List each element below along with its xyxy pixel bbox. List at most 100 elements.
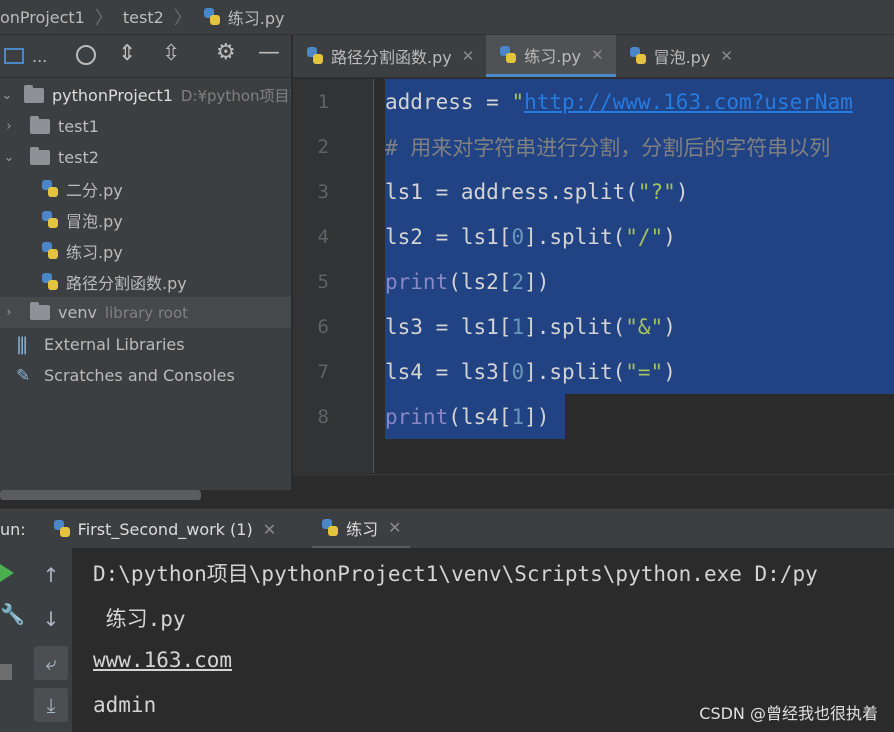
line-number: 2: [317, 136, 329, 158]
close-icon[interactable]: ✕: [462, 47, 475, 65]
code-token: address =: [385, 89, 512, 114]
tree-item-scratches[interactable]: ✎ Scratches and Consoles: [16, 360, 235, 391]
editor-tab-bar: 路径分割函数.py ✕ 练习.py ✕ 冒泡.py ✕: [293, 35, 894, 78]
code-string: "&": [625, 314, 664, 339]
minimize-icon[interactable]: —: [258, 40, 280, 65]
breadcrumb-item-folder[interactable]: test2: [123, 8, 164, 27]
code-line-5: print (ls2[2]): [385, 259, 549, 304]
python-icon: [52, 519, 72, 539]
code-url-link[interactable]: http://www.163.com?userNam: [524, 90, 853, 114]
stop-icon[interactable]: [0, 664, 12, 680]
code-token: ls4 = ls3[: [385, 359, 512, 384]
line-gutter: 1 2 3 4 5 6 7 8: [293, 79, 374, 473]
close-icon[interactable]: ✕: [591, 46, 604, 64]
tree-item-file-erfen[interactable]: 二分.py: [40, 173, 123, 204]
console-command-line: D:\python项目\pythonProject1\venv\Scripts\…: [93, 562, 818, 586]
code-token: ].split(: [524, 359, 626, 384]
code-token: ].split(: [524, 314, 626, 339]
close-icon[interactable]: ✕: [720, 47, 733, 65]
collapse-all-icon[interactable]: ⇳: [162, 41, 180, 66]
line-number: 7: [317, 361, 329, 383]
tab-lianxi[interactable]: 练习.py ✕: [486, 35, 616, 77]
soft-wrap-icon[interactable]: ⤶: [34, 646, 68, 680]
scratches-icon: ✎: [16, 365, 31, 386]
scroll-to-end-icon[interactable]: ⤓: [34, 688, 68, 722]
breadcrumb-file-label: 练习.py: [227, 9, 285, 28]
code-builtin: print: [385, 404, 449, 429]
project-tree-scrollbar[interactable]: [0, 490, 201, 500]
tree-item-label: 冒泡.py: [66, 211, 123, 231]
code-line-4: ls2 = ls1[0].split("/"): [385, 214, 676, 259]
chevron-down-icon[interactable]: ⌄: [2, 150, 16, 165]
breadcrumb-folder-label: test2: [122, 7, 164, 27]
chevron-right-icon[interactable]: ›: [2, 119, 16, 134]
code-editor[interactable]: 1 2 3 4 5 6 7 8 address = " http://www.16…: [293, 79, 894, 473]
code-builtin: print: [385, 269, 449, 294]
tree-item-pythonproject1[interactable]: ⌄ pythonProject1 D:¥python项目¥: [0, 80, 291, 111]
project-toolbar: ... ⇕ ⇳ ⚙ —: [0, 35, 291, 78]
folder-icon: [24, 85, 44, 103]
run-tab-first-second-work[interactable]: First_Second_work (1): [78, 520, 253, 539]
python-file-icon: [628, 46, 648, 66]
tree-item-label: External Libraries: [44, 335, 185, 354]
console-output-link[interactable]: www.163.com: [93, 648, 232, 672]
python-icon: [320, 518, 340, 538]
code-line-6: ls3 = ls1[1].split("&"): [385, 304, 676, 349]
close-icon[interactable]: ✕: [263, 520, 276, 539]
code-line-1: address = " http://www.163.com?userNam: [385, 79, 853, 124]
close-icon[interactable]: ✕: [388, 518, 401, 537]
console-command-line-cont: 练习.py: [93, 607, 186, 631]
tab-maopao[interactable]: 冒泡.py ✕: [616, 35, 745, 77]
scroll-down-icon[interactable]: ↓: [34, 602, 68, 636]
folder-icon: [30, 116, 50, 134]
breadcrumb-item-project[interactable]: onProject1: [0, 8, 85, 27]
tree-item-external-libraries[interactable]: ||| External Libraries: [16, 329, 185, 360]
chevron-down-icon[interactable]: ⌄: [0, 88, 14, 103]
wrench-icon[interactable]: 🔧: [0, 602, 25, 626]
tree-item-label: 练习.py: [66, 242, 123, 262]
console-output-line: admin: [93, 693, 157, 717]
tree-item-file-lujing[interactable]: 路径分割函数.py: [40, 266, 187, 297]
line-number: 3: [317, 181, 329, 203]
line-number: 1: [317, 91, 329, 113]
tab-label: 冒泡.py: [653, 48, 711, 67]
locate-file-icon[interactable]: [76, 45, 96, 65]
tree-item-file-lianxi[interactable]: 练习.py: [40, 235, 123, 266]
run-icon[interactable]: [0, 564, 14, 582]
tree-item-test2[interactable]: ⌄ test2: [0, 142, 99, 173]
chevron-right-icon[interactable]: ›: [2, 305, 16, 320]
code-number: 2: [511, 269, 525, 294]
tree-item-label: 路径分割函数.py: [66, 273, 187, 293]
code-number: 0: [511, 224, 525, 249]
editor-horizontal-scrollbar[interactable]: [293, 474, 894, 495]
chevron-right-icon: 〉: [94, 8, 113, 29]
expand-all-icon[interactable]: ⇕: [118, 41, 136, 66]
code-token: ): [663, 314, 676, 339]
run-tab-lianxi-wrapper[interactable]: 练习 ✕: [312, 509, 410, 549]
run-tab-lianxi: 练习: [346, 519, 379, 539]
library-root-hint: library root: [104, 303, 189, 322]
project-view-label[interactable]: ...: [32, 47, 47, 66]
code-number: 1: [511, 404, 525, 429]
breadcrumb-item-file[interactable]: 练习.py: [202, 5, 285, 29]
code-number: 0: [511, 359, 525, 384]
tree-item-label: Scratches and Consoles: [44, 366, 235, 385]
tree-item-label: test2: [58, 148, 99, 167]
tree-item-venv[interactable]: › venv library root: [0, 297, 291, 328]
line-number: 4: [317, 226, 329, 248]
project-view-icon[interactable]: [4, 48, 24, 64]
tree-item-path-hint: D:¥python项目¥: [180, 87, 291, 105]
code-token: ]): [524, 404, 550, 429]
code-number: 1: [511, 314, 525, 339]
line-number: 6: [317, 316, 329, 338]
python-file-icon: [305, 46, 325, 66]
tree-item-file-maopao[interactable]: 冒泡.py: [40, 204, 123, 235]
scroll-up-icon[interactable]: ↑: [34, 558, 68, 592]
library-icon: |||: [16, 334, 28, 355]
breadcrumb: onProject1 〉 test2 〉 练习.py: [0, 0, 894, 35]
code-string: "/": [625, 224, 664, 249]
tree-item-test1[interactable]: › test1: [0, 111, 99, 142]
gear-icon[interactable]: ⚙: [216, 40, 236, 65]
tab-lujing[interactable]: 路径分割函数.py ✕: [293, 35, 486, 77]
code-token: (ls4[: [448, 404, 512, 429]
